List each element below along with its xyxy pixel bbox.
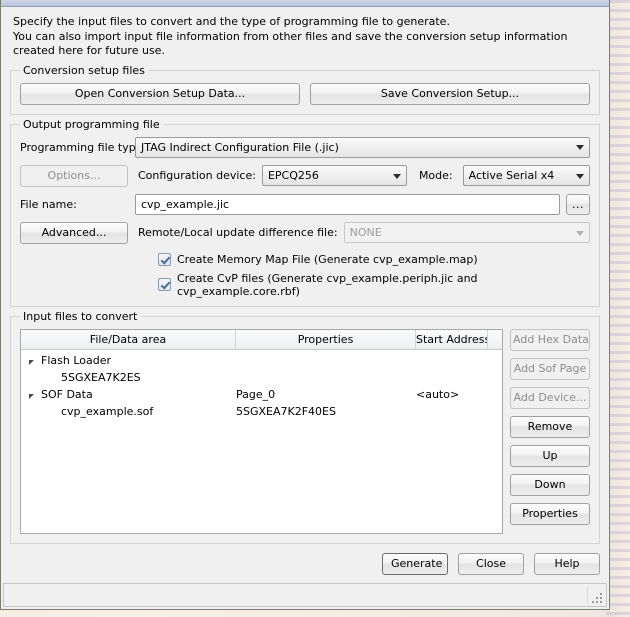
checkbox-checked-icon[interactable] — [158, 278, 171, 291]
cell-start-address: <auto> — [416, 387, 460, 401]
create-memory-map-file-label: Create Memory Map File (Generate cvp_exa… — [177, 252, 478, 266]
create-memory-map-file-checkbox-row[interactable]: Create Memory Map File (Generate cvp_exa… — [158, 252, 590, 266]
down-button[interactable]: Down — [510, 473, 590, 496]
column-header-file-data-area[interactable]: File/Data area — [21, 329, 236, 349]
configuration-device-label: Configuration device: — [138, 169, 256, 182]
add-device-button[interactable]: Add Device... — [510, 386, 590, 409]
up-button[interactable]: Up — [510, 444, 590, 467]
output-programming-file-legend: Output programming file — [20, 117, 164, 131]
description-line-2: You can also import input file informati… — [13, 29, 571, 58]
file-name-input[interactable]: cvp_example.jic — [135, 193, 560, 215]
mode-label: Mode: — [418, 169, 453, 182]
save-conversion-setup-button[interactable]: Save Conversion Setup... — [310, 82, 590, 105]
file-name-label: File name: — [20, 197, 77, 211]
add-sof-page-button[interactable]: Add Sof Page — [510, 357, 590, 380]
cell-file-data-area: SOF Data — [21, 388, 236, 401]
configuration-device-value: EPCQ256 — [267, 169, 319, 182]
tree-expander-icon[interactable] — [29, 393, 34, 399]
input-files-table[interactable]: File/Data area Properties Start Address … — [20, 328, 503, 534]
options-button[interactable]: Options... — [20, 164, 128, 187]
cell-properties: 5SGXEA7K2F40ES — [236, 404, 336, 418]
conversion-setup-files-legend: Conversion setup files — [20, 63, 149, 77]
column-header-start-address[interactable]: Start Address — [416, 329, 488, 349]
table-row[interactable]: Flash Loader — [21, 352, 502, 369]
configuration-device-row: Options... Configuration device: EPCQ256… — [20, 164, 590, 187]
file-name-row: File name: cvp_example.jic ... — [20, 193, 590, 215]
column-header-spacer — [488, 330, 502, 349]
output-programming-file-group: Output programming file Programming file… — [10, 117, 600, 307]
input-files-table-header: File/Data area Properties Start Address — [21, 329, 502, 350]
chevron-down-icon — [392, 173, 401, 179]
open-conversion-setup-data-button[interactable]: Open Conversion Setup Data... — [20, 82, 300, 105]
programming-file-type-label: Programming file type: — [20, 140, 147, 154]
cell-file-data-area: Flash Loader — [21, 354, 236, 367]
column-header-properties[interactable]: Properties — [236, 329, 416, 349]
table-row[interactable]: 5SGXEA7K2ES — [21, 369, 502, 386]
table-row[interactable]: SOF Data Page_0 <auto> — [21, 386, 502, 403]
input-files-side-buttons: Add Hex Data Add Sof Page Add Device... Rem… — [510, 328, 590, 535]
checkbox-checked-icon[interactable] — [158, 252, 171, 266]
remote-local-row: Advanced... Remote/Local update differen… — [20, 221, 590, 244]
create-cvp-files-checkbox-row[interactable]: Create CvP files (Generate cvp_example.p… — [158, 272, 590, 298]
programming-file-type-combo[interactable]: JTAG Indirect Configuration File (.jic) — [135, 136, 590, 158]
cell-file-data-area: 5SGXEA7K2ES — [21, 371, 236, 384]
input-files-legend: Input files to convert — [20, 309, 142, 323]
create-cvp-files-label: Create CvP files (Generate cvp_example.p… — [177, 271, 478, 298]
remote-local-update-value: NONE — [349, 226, 382, 239]
programming-file-type-value: JTAG Indirect Configuration File (.jic) — [141, 140, 339, 154]
dialog-title-strip — [1, 0, 609, 7]
dialog-footer: Generate Close Help — [1, 544, 609, 583]
row-name: SOF Data — [41, 387, 93, 401]
input-files-to-convert-group: Input files to convert File/Data area Pr… — [10, 309, 600, 544]
remote-local-update-label: Remote/Local update difference file: — [138, 226, 338, 239]
input-files-table-body: Flash Loader 5SGXEA7K2ES SOF Data Page_0 <au… — [21, 350, 502, 534]
row-name: 5SGXEA7K2ES — [61, 370, 141, 384]
properties-button[interactable]: Properties — [510, 502, 590, 525]
resize-grip-icon[interactable] — [592, 593, 603, 604]
tree-expander-icon[interactable] — [29, 359, 34, 365]
advanced-button[interactable]: Advanced... — [20, 221, 128, 244]
row-name: cvp_example.sof — [61, 404, 154, 418]
status-bar-separator — [587, 587, 588, 603]
remote-local-update-combo[interactable]: NONE — [343, 222, 590, 243]
chevron-down-icon — [576, 173, 584, 179]
input-files-body: File/Data area Properties Start Address … — [20, 328, 590, 535]
browse-file-button[interactable]: ... — [566, 193, 590, 215]
table-row[interactable]: cvp_example.sof 5SGXEA7K2F40ES — [21, 403, 502, 420]
status-bar — [3, 583, 607, 607]
conversion-setup-buttons-row: Open Conversion Setup Data... Save Conve… — [20, 82, 590, 105]
convert-programming-file-dialog: Specify the input files to convert and t… — [0, 0, 610, 610]
configuration-device-combo[interactable]: EPCQ256 — [261, 165, 407, 186]
dialog-description: Specify the input files to convert and t… — [13, 15, 600, 59]
description-line-1: Specify the input files to convert and t… — [13, 15, 450, 28]
dialog-content: Specify the input files to convert and t… — [1, 7, 609, 544]
programming-file-type-row: Programming file type: JTAG Indirect Con… — [20, 136, 590, 158]
help-button[interactable]: Help — [534, 553, 600, 575]
generate-button[interactable]: Generate — [382, 553, 448, 575]
row-name: Flash Loader — [41, 353, 112, 367]
chevron-down-icon — [576, 230, 584, 236]
cell-file-data-area: cvp_example.sof — [21, 405, 236, 418]
add-hex-data-button[interactable]: Add Hex Data — [510, 328, 590, 351]
mode-combo[interactable]: Active Serial x4 — [462, 165, 590, 186]
chevron-down-icon — [576, 145, 584, 150]
cell-properties: Page_0 — [236, 387, 276, 401]
conversion-setup-files-group: Conversion setup files Open Conversion S… — [10, 63, 600, 115]
mode-value: Active Serial x4 — [468, 169, 555, 182]
remove-button[interactable]: Remove — [510, 415, 590, 438]
close-button[interactable]: Close — [458, 553, 524, 575]
